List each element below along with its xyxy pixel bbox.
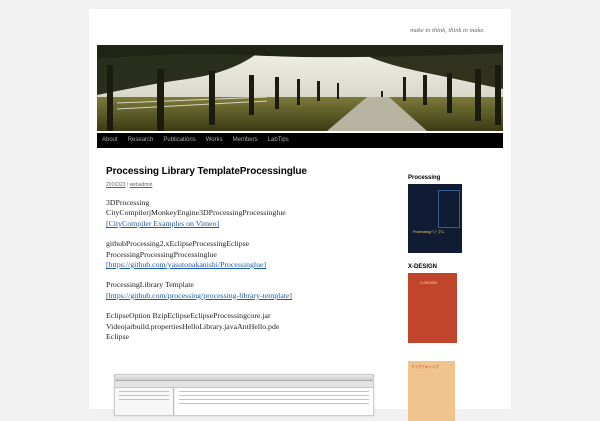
- page: make to think, think to make. About Rese…: [89, 9, 511, 421]
- site-tagline: make to think, think to make.: [410, 27, 485, 34]
- entry-meta: 2016323 | webadmin: [106, 182, 376, 188]
- window-toolbar: [115, 381, 373, 388]
- book-cover-text: X-DESIGN: [420, 281, 437, 285]
- paragraph-1: 3DProcessing CityCompilerjMonkeyEngine3D…: [106, 198, 376, 229]
- nav-research[interactable]: Research: [123, 133, 159, 148]
- book-cover-idea-camp[interactable]: アイデアキャンプ: [408, 361, 455, 421]
- book-cover-text: アイデアキャンプ: [411, 365, 439, 369]
- text-line: EclipseOption BzipEclipseEclipseProcessi…: [106, 311, 271, 321]
- widget-title-xdesign: X-DESIGN: [408, 264, 438, 270]
- post: Processing Library TemplateProcessinglue…: [106, 166, 376, 352]
- header-image: [97, 45, 503, 131]
- main-nav: About Research Publications Works Member…: [97, 133, 503, 148]
- post-author-link[interactable]: webadmin: [130, 182, 153, 188]
- text-line: 3DProcessing: [106, 198, 150, 207]
- text-line: ProcessingProcessingProcessinglue: [106, 249, 217, 259]
- eclipse-screenshot[interactable]: [114, 374, 374, 416]
- github-processinglue-link[interactable]: [https://github.com/yasutonakanishi/Proc…: [106, 260, 266, 269]
- book-cover-xdesign[interactable]: X-DESIGN: [408, 273, 457, 343]
- text-line: githubProcessing2.xEclipseProcessingEcli…: [106, 239, 250, 249]
- text-line: CityCompilerjMonkeyEngine3DProcessingPro…: [106, 208, 286, 218]
- cover-art: [438, 190, 460, 228]
- text-line: Eclipse: [106, 332, 129, 342]
- paragraph-3: ProcessingLibrary Template [https://gith…: [106, 280, 376, 301]
- sidebar: Processing Processingバイブル X-DESIGN X-DES…: [408, 166, 503, 421]
- code-editor: [175, 388, 373, 415]
- nav-members[interactable]: Members: [228, 133, 263, 148]
- nav-about[interactable]: About: [97, 133, 123, 148]
- nav-publications[interactable]: Publications: [158, 133, 200, 148]
- package-explorer: [115, 388, 174, 415]
- text-line: Videojarbuild.propertiesHelloLibrary.jav…: [106, 321, 280, 331]
- entry-content: 3DProcessing CityCompilerjMonkeyEngine3D…: [106, 198, 376, 342]
- paragraph-2: githubProcessing2.xEclipseProcessingEcli…: [106, 239, 376, 270]
- widget-title-processing: Processing: [408, 175, 441, 181]
- post-date-link[interactable]: 2016323: [106, 182, 125, 188]
- nav-works[interactable]: Works: [201, 133, 228, 148]
- book-cover-processing[interactable]: Processingバイブル: [408, 184, 462, 253]
- book-cover-text: Processingバイブル: [413, 230, 445, 234]
- nav-labtips[interactable]: LabTips: [263, 133, 294, 148]
- vimeo-link[interactable]: [CityCompiler Examples on Vimeo]: [106, 219, 219, 228]
- text-line: ProcessingLibrary Template: [106, 280, 194, 290]
- paragraph-4: EclipseOption BzipEclipseEclipseProcessi…: [106, 311, 376, 342]
- post-title[interactable]: Processing Library TemplateProcessinglue: [106, 166, 376, 177]
- github-library-template-link[interactable]: [https://github.com/processing/processin…: [106, 291, 292, 300]
